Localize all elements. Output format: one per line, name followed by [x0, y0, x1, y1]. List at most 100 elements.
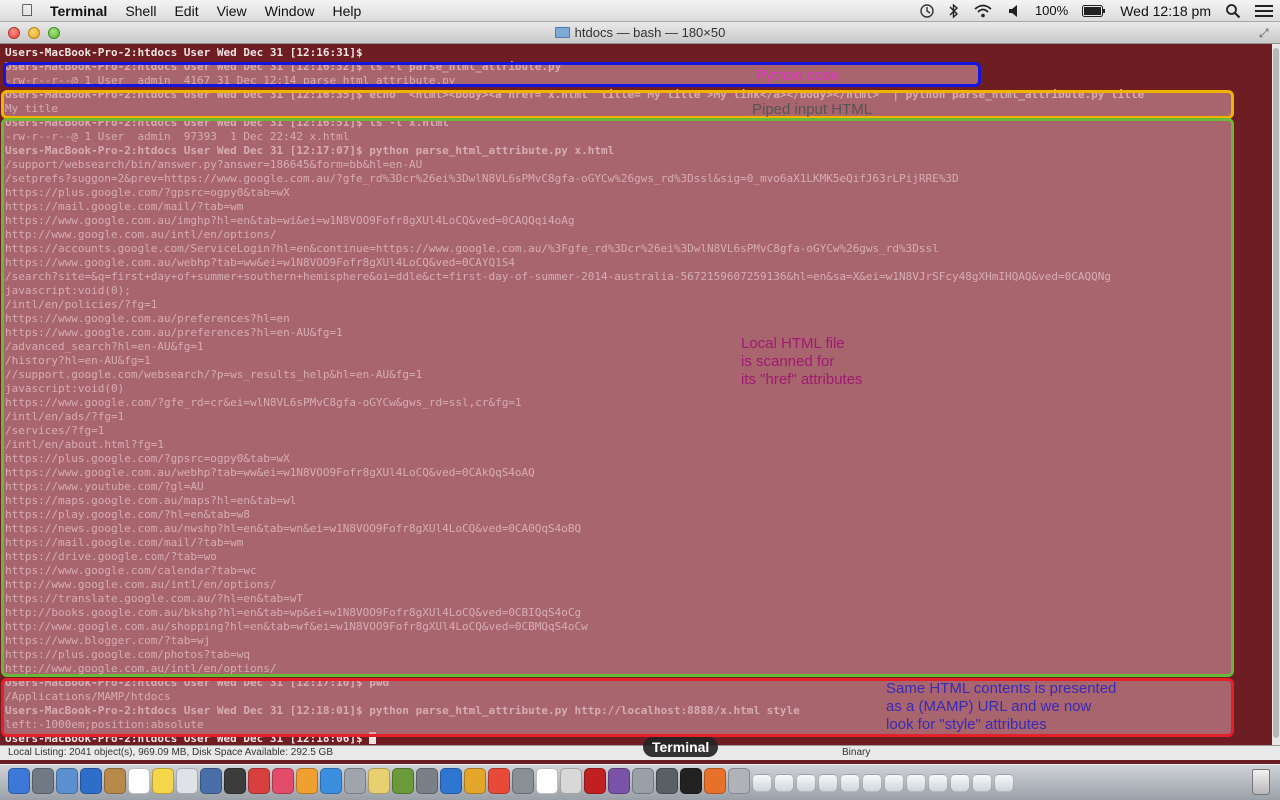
menu-help[interactable]: Help — [323, 0, 370, 22]
battery-icon[interactable] — [1075, 5, 1113, 17]
dock-app-icon[interactable] — [80, 768, 102, 794]
dock-app-icon[interactable] — [416, 768, 438, 794]
notification-center-icon[interactable] — [1248, 4, 1280, 18]
terminal-output-line: /Applications/MAMP/htdocs — [5, 690, 171, 703]
terminal-output-line: javascript:void(0) — [5, 382, 125, 395]
trash-icon[interactable] — [1252, 769, 1270, 795]
dock-app-icon[interactable] — [176, 768, 198, 794]
terminal-output-line: https://drive.google.com/?tab=wo — [5, 550, 217, 563]
dock-app-icon[interactable] — [680, 768, 702, 794]
terminal-output-line: //support.google.com/websearch/?p=ws_res… — [5, 368, 423, 381]
dock-minimized-window-icon[interactable] — [906, 774, 926, 792]
terminal-output-line: https://plus.google.com/?gpsrc=ogpy0&tab… — [5, 186, 290, 199]
battery-percent[interactable]: 100% — [1028, 0, 1075, 22]
dock-minimized-window-icon[interactable] — [884, 774, 904, 792]
dock-minimized-window-icon[interactable] — [972, 774, 992, 792]
wifi-icon[interactable] — [966, 3, 1000, 19]
dock-app-icon[interactable] — [248, 768, 270, 794]
menu-app-terminal[interactable]: Terminal — [40, 0, 116, 22]
dock-app-icon[interactable] — [368, 768, 390, 794]
menu-window[interactable]: Window — [256, 0, 324, 22]
dock-minimized-window-icon[interactable] — [928, 774, 948, 792]
fullscreen-icon[interactable]: ⤢ — [1259, 26, 1272, 40]
terminal-output-line: left:-1000em;position:absolute — [5, 718, 204, 731]
menu-shell[interactable]: Shell — [116, 0, 165, 22]
terminal-output-line: https://mail.google.com/mail/?tab=wm — [5, 536, 244, 549]
dock-app-icon[interactable] — [8, 768, 30, 794]
terminal-output-line: /support/websearch/bin/answer.py?answer=… — [5, 158, 423, 171]
terminal-output-line: https://www.google.com.au/webhp?tab=ww&e… — [5, 256, 515, 269]
terminal-output-line: /services/?fg=1 — [5, 424, 105, 437]
dock-app-icon[interactable] — [728, 768, 750, 794]
dock-app-icon[interactable] — [320, 768, 342, 794]
window-titlebar[interactable]: htdocs — bash — 180×50 ⤢ — [0, 22, 1280, 44]
scrollbar-thumb[interactable] — [1273, 48, 1279, 738]
dock-app-icon[interactable] — [512, 768, 534, 794]
terminal-output-line: My title — [5, 102, 58, 115]
dock-app-icon[interactable] — [632, 768, 654, 794]
dock-minimized-window-icon[interactable] — [774, 774, 794, 792]
terminal-output-line: https://www.google.com.au/preferences?hl… — [5, 326, 343, 339]
dock-minimized-window-icon[interactable] — [818, 774, 838, 792]
terminal-output-line: https://www.google.com/calendar?tab=wc — [5, 564, 257, 577]
dock-app-icon[interactable] — [152, 768, 174, 794]
dock-app-icon[interactable] — [128, 768, 150, 794]
dock-minimized-window-icon[interactable] — [752, 774, 772, 792]
dock-app-icon[interactable] — [584, 768, 606, 794]
terminal-output-line: http://books.google.com.au/bkshp?hl=en&t… — [5, 606, 582, 619]
time-machine-icon[interactable] — [912, 3, 942, 19]
clock[interactable]: Wed 12:18 pm — [1113, 0, 1218, 22]
terminal-prompt-line: Users-MacBook-Pro-2:htdocs User Wed Dec … — [5, 676, 390, 689]
dock-app-icon[interactable] — [392, 768, 414, 794]
terminal-output-line: https://www.google.com.au/webhp?tab=ww&e… — [5, 466, 535, 479]
terminal-output-line: /advanced_search?hl=en-AU&fg=1 — [5, 340, 204, 353]
terminal-output-line: https://play.google.com/?hl=en&tab=w8 — [5, 508, 251, 521]
dock-app-icon[interactable] — [200, 768, 222, 794]
terminal-output-line: https://accounts.google.com/ServiceLogin… — [5, 242, 939, 255]
terminal-prompt-line: Users-MacBook-Pro-2:htdocs User Wed Dec … — [5, 46, 363, 59]
dock — [0, 764, 1280, 800]
dock-app-icon[interactable] — [224, 768, 246, 794]
dock-app-icon[interactable] — [32, 768, 54, 794]
terminal-view[interactable]: Users-MacBook-Pro-2:htdocs User Wed Dec … — [0, 44, 1272, 745]
dock-app-icon[interactable] — [536, 768, 558, 794]
terminal-scrollbar[interactable] — [1272, 44, 1280, 745]
dock-minimized-window-icon[interactable] — [994, 774, 1014, 792]
apple-menu-icon[interactable]:  — [14, 1, 40, 21]
menu-view[interactable]: View — [208, 0, 256, 22]
terminal-output-line: /intl/en/policies/?fg=1 — [5, 298, 158, 311]
dock-app-icon[interactable] — [464, 768, 486, 794]
dock-app-icon[interactable] — [344, 768, 366, 794]
terminal-prompt-line: Users-MacBook-Pro-2:htdocs User Wed Dec … — [5, 144, 615, 157]
dock-minimized-window-icon[interactable] — [796, 774, 816, 792]
dock-app-icon[interactable] — [104, 768, 126, 794]
spotlight-icon[interactable] — [1218, 3, 1248, 19]
terminal-prompt-line: Users-MacBook-Pro-2:htdocs User Wed Dec … — [5, 704, 800, 717]
dock-minimized-window-icon[interactable] — [862, 774, 882, 792]
status-mode: Binary — [842, 747, 871, 758]
terminal-output-line: http://www.google.com.au/shopping?hl=en&… — [5, 620, 588, 633]
terminal-output-line: /search?site=&q=first+day+of+summer+sout… — [5, 270, 1111, 283]
dock-app-icon[interactable] — [656, 768, 678, 794]
dock-app-icon[interactable] — [560, 768, 582, 794]
dock-app-icon[interactable] — [488, 768, 510, 794]
dock-app-icon[interactable] — [704, 768, 726, 794]
dock-minimized-window-icon[interactable] — [840, 774, 860, 792]
terminal-output-line: https://www.blogger.com/?tab=wj — [5, 634, 211, 647]
dock-app-icon[interactable] — [608, 768, 630, 794]
dock-icons — [8, 768, 1014, 794]
menu-edit[interactable]: Edit — [165, 0, 207, 22]
dock-app-icon[interactable] — [56, 768, 78, 794]
terminal-output-line: https://mail.google.com/mail/?tab=wm — [5, 200, 244, 213]
dock-app-icon[interactable] — [272, 768, 294, 794]
dock-app-icon[interactable] — [296, 768, 318, 794]
terminal-output-line: https://plus.google.com/?gpsrc=ogpy0&tab… — [5, 452, 290, 465]
terminal-prompt-line: Users-MacBook-Pro-2:htdocs User Wed Dec … — [5, 732, 1144, 745]
window-title: htdocs — bash — 180×50 — [0, 22, 1280, 44]
dock-minimized-window-icon[interactable] — [950, 774, 970, 792]
volume-icon[interactable] — [1000, 3, 1028, 19]
dock-app-icon[interactable] — [440, 768, 462, 794]
terminal-cursor — [369, 732, 377, 744]
terminal-prompt-line: Users-MacBook-Pro-2:htdocs User Wed Dec … — [5, 116, 449, 129]
bluetooth-icon[interactable] — [942, 3, 966, 19]
